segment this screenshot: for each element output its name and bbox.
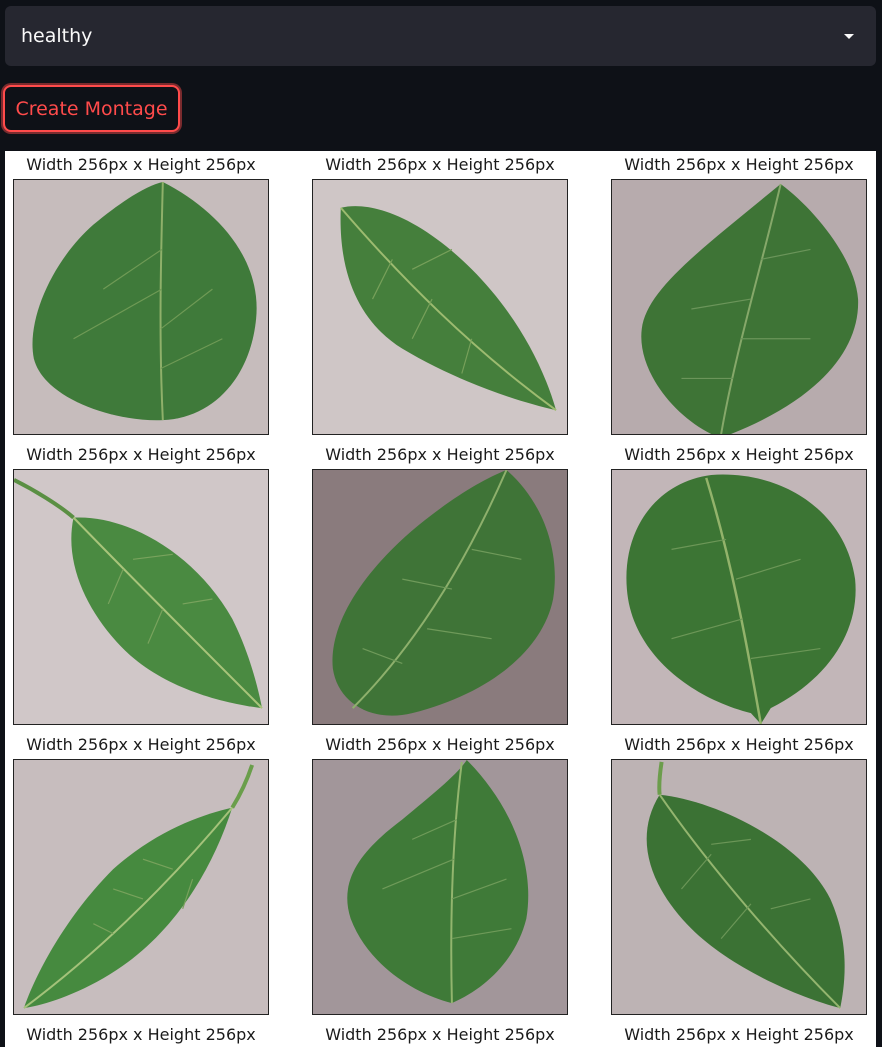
create-montage-button[interactable]: Create Montage	[3, 85, 180, 132]
image-caption: Width 256px x Height 256px	[624, 1025, 854, 1044]
leaf-image-8	[312, 759, 568, 1015]
leaf-image-4	[13, 469, 269, 725]
app-root: healthy Create Montage Width 256px x Hei…	[0, 0, 882, 1047]
leaf-image-5	[312, 469, 568, 725]
image-caption: Width 256px x Height 256px	[26, 1025, 256, 1044]
image-caption: Width 256px x Height 256px	[624, 155, 854, 174]
leaf-image-3	[611, 179, 867, 435]
selectbox-value: healthy	[21, 25, 93, 47]
leaf-image-7	[13, 759, 269, 1015]
image-caption: Width 256px x Height 256px	[325, 155, 555, 174]
leaf-image-6	[611, 469, 867, 725]
leaf-image-1	[13, 179, 269, 435]
leaf-image-9	[611, 759, 867, 1015]
image-caption: Width 256px x Height 256px	[624, 735, 854, 754]
leaf-image-2	[312, 179, 568, 435]
label-selectbox[interactable]: healthy	[5, 6, 876, 66]
image-caption: Width 256px x Height 256px	[325, 1025, 555, 1044]
image-caption: Width 256px x Height 256px	[624, 445, 854, 464]
image-caption: Width 256px x Height 256px	[325, 445, 555, 464]
image-caption: Width 256px x Height 256px	[26, 735, 256, 754]
image-caption: Width 256px x Height 256px	[26, 445, 256, 464]
image-montage: Width 256px x Height 256px Width 256px x…	[5, 151, 876, 1047]
image-caption: Width 256px x Height 256px	[325, 735, 555, 754]
chevron-down-icon[interactable]	[844, 33, 854, 39]
image-caption: Width 256px x Height 256px	[26, 155, 256, 174]
